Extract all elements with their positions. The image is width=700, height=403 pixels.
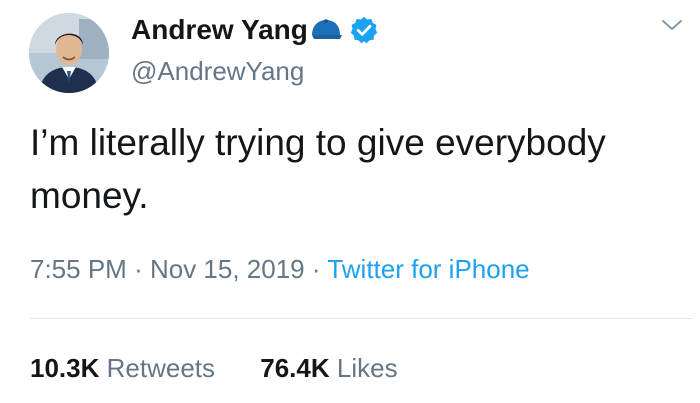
retweets-count: 10.3K — [30, 353, 100, 383]
likes-label: Likes — [336, 353, 398, 383]
tweet-stats: 10.3K Retweets 76.4K Likes — [30, 353, 398, 384]
meta-separator: · — [134, 254, 143, 284]
retweets-stat[interactable]: 10.3K Retweets — [30, 353, 215, 384]
tweet-date[interactable]: Nov 15, 2019 — [150, 254, 305, 284]
tweet-time[interactable]: 7:55 PM — [30, 254, 127, 284]
divider — [30, 318, 692, 319]
author-name[interactable]: Andrew Yang — [131, 14, 379, 46]
tweet-card: Andrew Yang @AndrewYang I’m literally tr… — [0, 0, 700, 403]
tweet-meta: 7:55 PM · Nov 15, 2019 · Twitter for iPh… — [30, 254, 530, 285]
tweet-source-link[interactable]: Twitter for iPhone — [327, 254, 529, 284]
avatar[interactable] — [29, 13, 109, 93]
cap-icon — [309, 17, 343, 43]
likes-stat[interactable]: 76.4K Likes — [260, 353, 397, 384]
chevron-down-icon[interactable] — [660, 16, 684, 34]
avatar-image — [29, 13, 109, 93]
meta-separator: · — [311, 254, 321, 284]
likes-count: 76.4K — [260, 353, 330, 383]
verified-icon — [349, 15, 379, 45]
author-name-text[interactable]: Andrew Yang — [131, 14, 308, 46]
author-handle[interactable]: @AndrewYang — [131, 56, 304, 87]
tweet-text: I’m literally trying to give everybody m… — [30, 122, 606, 216]
retweets-label: Retweets — [106, 353, 216, 383]
